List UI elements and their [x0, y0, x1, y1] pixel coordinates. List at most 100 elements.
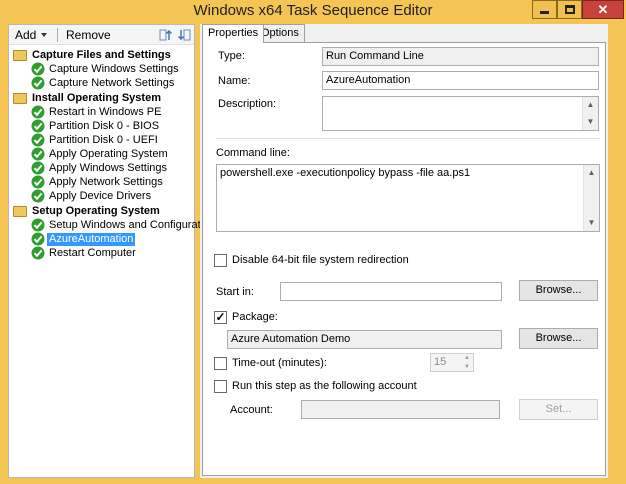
tree-group[interactable]: Setup Operating System	[13, 204, 162, 218]
tree-step[interactable]: Capture Windows Settings	[31, 62, 181, 76]
tree-toolbar: Add Remove	[9, 25, 194, 45]
command-line-scrollbar[interactable]: ▲ ▼	[583, 165, 599, 231]
tree-step-selected[interactable]: AzureAutomation	[31, 232, 136, 246]
tree-node-label: Capture Files and Settings	[32, 48, 171, 61]
account-field	[301, 400, 500, 419]
remove-button[interactable]: Remove	[58, 28, 111, 42]
description-label: Description:	[218, 98, 277, 110]
tree-step[interactable]: Apply Device Drivers	[31, 189, 153, 203]
tree-node-label: Apply Windows Settings	[49, 161, 167, 174]
tree-node-label: Apply Network Settings	[49, 175, 163, 188]
tree-step[interactable]: Partition Disk 0 - UEFI	[31, 133, 160, 147]
timeout-label: Time-out (minutes):	[232, 357, 327, 369]
run-as-checkbox[interactable]	[214, 380, 227, 393]
type-label: Type:	[218, 50, 245, 62]
maximize-icon	[564, 5, 575, 14]
green-check-icon	[31, 62, 45, 76]
close-button[interactable]: ✕	[582, 0, 624, 19]
folder-icon	[13, 205, 27, 217]
tree-node-label: Restart Computer	[49, 246, 136, 259]
description-field[interactable]: ▲ ▼	[322, 96, 599, 131]
scroll-down-icon[interactable]: ▼	[583, 114, 598, 130]
timeout-value: 15	[434, 356, 447, 368]
folder-icon	[13, 49, 27, 61]
command-line-text: powershell.exe -executionpolicy bypass -…	[220, 167, 471, 179]
tree-node-label: Restart in Windows PE	[49, 105, 162, 118]
tree-node-label: Capture Windows Settings	[49, 62, 179, 75]
task-sequence-editor-window: Windows x64 Task Sequence Editor ✕ Add R…	[0, 0, 626, 484]
add-menu-button[interactable]: Add	[15, 28, 48, 42]
section-divider	[216, 138, 600, 139]
remove-label: Remove	[66, 28, 111, 42]
scroll-down-icon[interactable]: ▼	[584, 215, 599, 231]
green-check-icon	[31, 246, 45, 260]
scroll-up-icon[interactable]: ▲	[583, 97, 598, 113]
minimize-button[interactable]	[532, 0, 557, 19]
chevron-down-icon	[40, 33, 47, 37]
task-sequence-tree-pane: Add Remove Capture Files and Settings Ca…	[8, 24, 215, 478]
step-properties-pane: Properties Options Type: Run Command Lin…	[200, 24, 608, 478]
green-check-icon	[31, 175, 45, 189]
type-field: Run Command Line	[322, 47, 599, 66]
stepper-down-icon: ▼	[464, 364, 470, 370]
title-bar: Windows x64 Task Sequence Editor ✕	[0, 0, 626, 22]
green-check-icon	[31, 119, 45, 133]
set-account-button: Set...	[519, 399, 598, 420]
tab-properties[interactable]: Properties	[202, 24, 265, 43]
disable-redirection-checkbox[interactable]	[214, 254, 227, 267]
timeout-checkbox[interactable]	[214, 357, 227, 370]
tree-step[interactable]: Capture Network Settings	[31, 76, 176, 90]
tree-node-label: Setup Windows and Configuration	[49, 218, 216, 231]
start-in-label: Start in:	[216, 286, 254, 298]
tree-step[interactable]: Apply Operating System	[31, 147, 170, 161]
package-checkbox[interactable]: ✓	[214, 311, 227, 324]
tree-node-label: Setup Operating System	[32, 204, 160, 217]
green-check-icon	[31, 189, 45, 203]
package-field: Azure Automation Demo	[227, 330, 502, 349]
tree-node-label: Partition Disk 0 - UEFI	[49, 133, 158, 146]
timeout-stepper: 15 ▲ ▼	[430, 353, 474, 372]
tree-step[interactable]: Apply Windows Settings	[31, 161, 169, 175]
green-check-icon	[31, 147, 45, 161]
tree-node-label: Install Operating System	[32, 91, 161, 104]
tree-node-label: AzureAutomation	[47, 232, 136, 246]
account-label: Account:	[230, 404, 273, 416]
green-check-icon	[31, 133, 45, 147]
start-in-browse-button[interactable]: Browse...	[519, 280, 598, 301]
tree-step[interactable]: Setup Windows and Configuration	[31, 218, 217, 232]
tree-step[interactable]: Restart in Windows PE	[31, 105, 163, 119]
tree-node-label: Apply Operating System	[49, 147, 168, 160]
tree-group[interactable]: Capture Files and Settings	[13, 48, 173, 62]
run-as-label: Run this step as the following account	[232, 380, 417, 392]
green-check-icon	[31, 105, 45, 119]
name-field[interactable]: AzureAutomation	[322, 71, 599, 90]
green-check-icon	[31, 218, 45, 232]
move-down-button[interactable]	[177, 28, 191, 45]
add-label: Add	[15, 28, 37, 42]
package-label: Package:	[232, 311, 278, 323]
start-in-field[interactable]	[280, 282, 502, 301]
tree-node-label: Partition Disk 0 - BIOS	[49, 119, 160, 132]
command-line-field[interactable]: powershell.exe -executionpolicy bypass -…	[216, 164, 600, 232]
move-up-button[interactable]	[159, 28, 173, 45]
tree-step[interactable]: Apply Network Settings	[31, 175, 165, 189]
scroll-up-icon[interactable]: ▲	[584, 165, 599, 181]
tree-step[interactable]: Restart Computer	[31, 246, 138, 260]
green-check-icon	[31, 232, 45, 246]
properties-panel: Type: Run Command Line Name: AzureAutoma…	[202, 42, 606, 476]
green-check-icon	[31, 76, 45, 90]
name-label: Name:	[218, 75, 251, 87]
package-browse-button[interactable]: Browse...	[519, 328, 598, 349]
tree-group[interactable]: Install Operating System	[13, 91, 163, 105]
tree-step[interactable]: Partition Disk 0 - BIOS	[31, 119, 161, 133]
tree-node-label: Capture Network Settings	[49, 76, 175, 89]
move-up-icon	[159, 29, 172, 41]
green-check-icon	[31, 161, 45, 175]
move-down-icon	[178, 29, 191, 41]
tree-node-label: Apply Device Drivers	[49, 189, 152, 202]
close-icon: ✕	[597, 1, 609, 17]
description-scrollbar[interactable]: ▲ ▼	[582, 97, 598, 130]
maximize-button[interactable]	[557, 0, 582, 19]
stepper-up-icon: ▲	[464, 355, 470, 361]
folder-icon	[13, 92, 27, 104]
